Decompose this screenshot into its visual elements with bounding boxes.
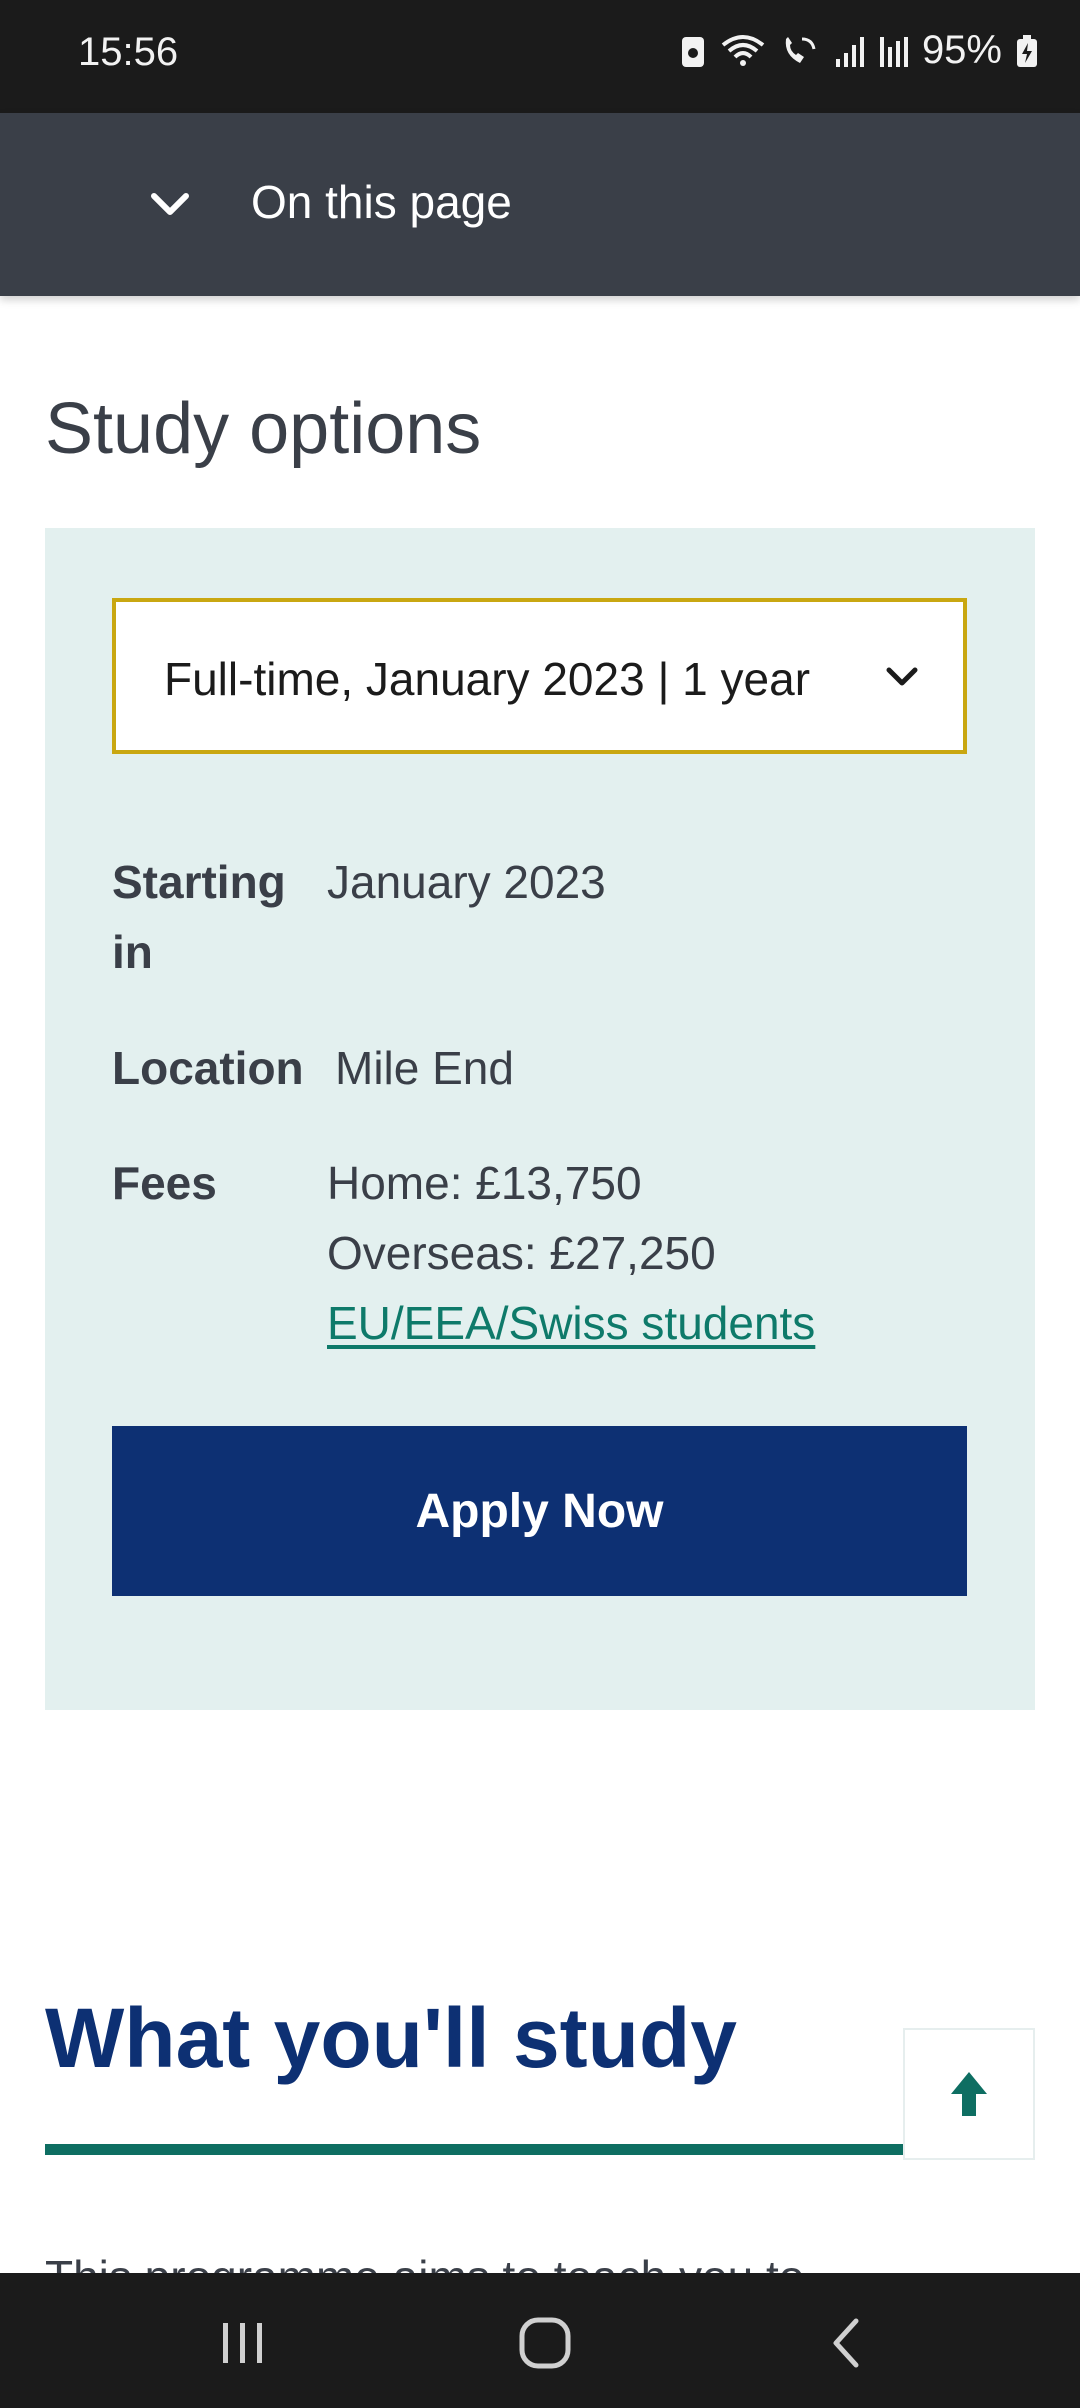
battery-percent: 95% xyxy=(921,28,1002,72)
location-value: Mile End xyxy=(335,1042,514,1094)
sim-icon xyxy=(680,33,706,69)
study-options-title: Study options xyxy=(45,389,482,469)
on-this-page-toggle[interactable]: On this page xyxy=(0,113,1080,296)
battery-charging-icon xyxy=(1016,33,1038,69)
fees-home: Home: £13,750 xyxy=(327,1157,642,1209)
status-time: 15:56 xyxy=(78,30,179,74)
apply-now-button[interactable]: Apply Now xyxy=(112,1426,967,1596)
status-bar: 15:56 95% xyxy=(0,0,1080,113)
system-nav-bar xyxy=(0,2273,1080,2408)
on-this-page-label: On this page xyxy=(251,176,512,228)
fees-label: Fees xyxy=(112,1157,217,1209)
study-mode-select-value: Full-time, January 2023 | 1 year xyxy=(164,653,811,705)
fees-overseas: Overseas: £27,250 xyxy=(327,1227,716,1279)
chevron-down-icon xyxy=(151,193,189,215)
eu-eea-swiss-students-link[interactable]: EU/EEA/Swiss students xyxy=(327,1288,815,1358)
signal-icon xyxy=(834,33,864,69)
recent-apps-icon[interactable] xyxy=(213,2313,273,2373)
starting-in-label: Starting in xyxy=(112,856,286,978)
home-icon[interactable] xyxy=(515,2313,575,2373)
study-options-panel: Full-time, January 2023 | 1 year Startin… xyxy=(45,528,1035,1710)
wifi-icon xyxy=(720,33,766,69)
chevron-down-icon xyxy=(886,667,918,686)
heading-divider xyxy=(45,2144,1035,2155)
what-youll-study-heading: What you'll study xyxy=(45,1991,737,2085)
wifi-calling-icon xyxy=(780,33,820,69)
starting-in-value: January 2023 xyxy=(327,856,606,908)
roaming-signal-icon xyxy=(878,33,908,69)
study-mode-select[interactable]: Full-time, January 2023 | 1 year xyxy=(112,598,967,754)
back-icon[interactable] xyxy=(818,2313,878,2373)
arrow-up-icon xyxy=(951,2072,987,2116)
status-icons: 95% xyxy=(680,28,1038,73)
location-label: Location xyxy=(112,1042,304,1094)
back-to-top-button[interactable] xyxy=(903,2028,1035,2160)
